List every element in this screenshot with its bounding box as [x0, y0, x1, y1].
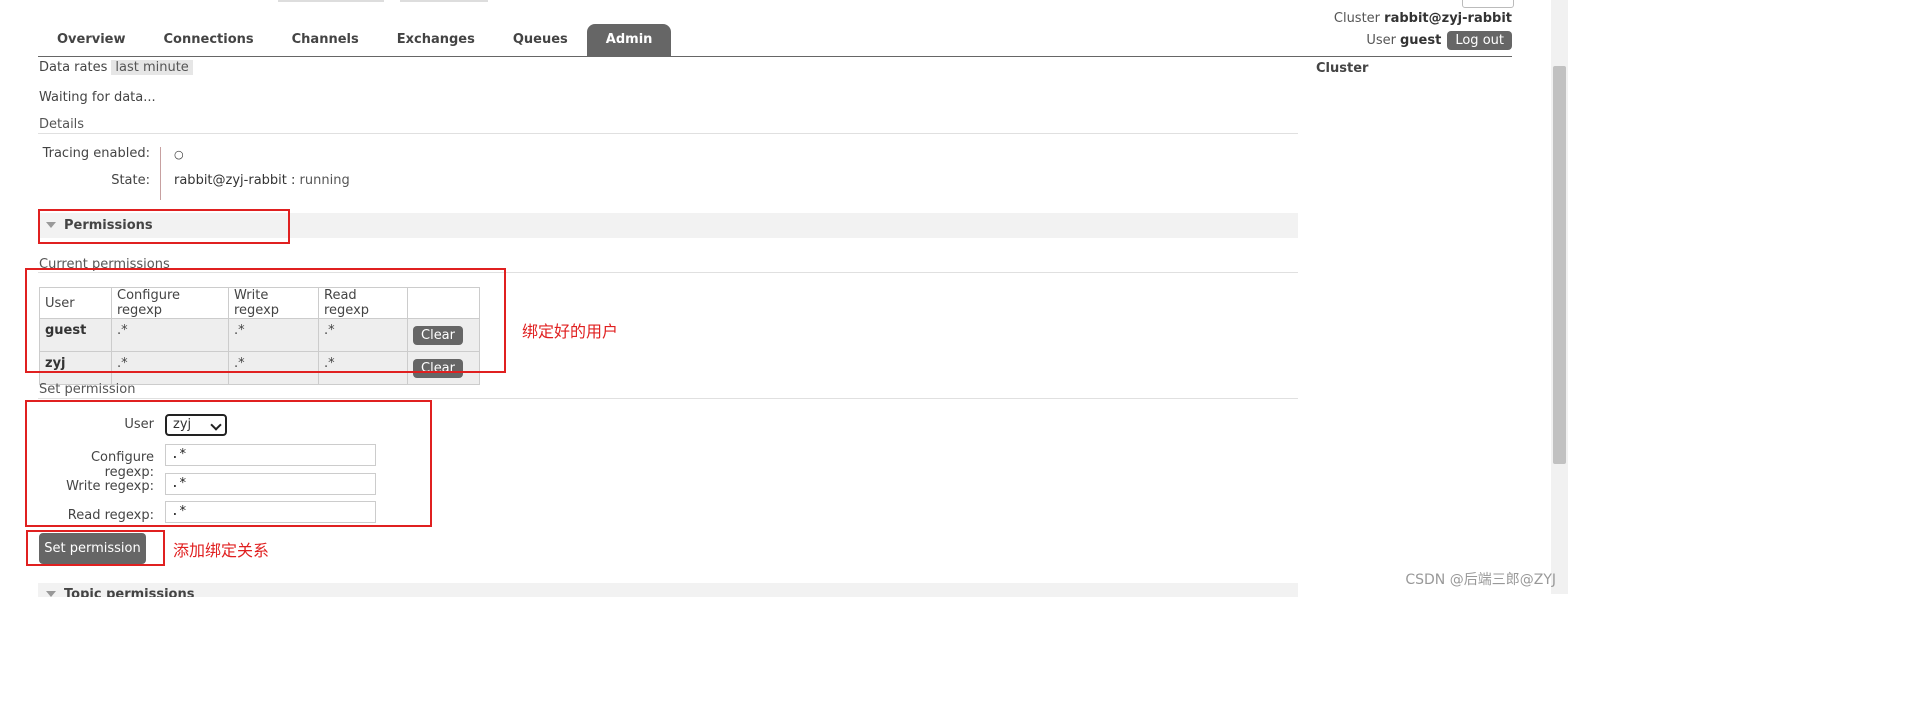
top-tab-stub [400, 0, 488, 2]
waiting-message: Waiting for data... [39, 90, 156, 105]
annotation-bound-users: 绑定好的用户 [522, 322, 619, 341]
details-bar [160, 147, 161, 200]
tab-connections[interactable]: Connections [145, 24, 273, 56]
tracing-label: Tracing enabled: [42, 146, 150, 161]
tab-channels[interactable]: Channels [273, 24, 378, 56]
user-label: User [1366, 33, 1396, 48]
tracing-indicator: ○ [174, 148, 184, 161]
annotation-box-set-permission-button [26, 530, 165, 566]
vertical-scrollbar[interactable] [1551, 0, 1568, 594]
state-label: State: [111, 173, 150, 188]
state-node: rabbit@zyj-rabbit : [174, 173, 296, 188]
annotation-box-permissions [38, 209, 290, 244]
cluster-name: rabbit@zyj-rabbit [1384, 11, 1512, 26]
topic-permissions-title: Topic permissions [64, 587, 195, 597]
scrollbar-thumb[interactable] [1553, 66, 1566, 464]
topic-permissions-section-header[interactable]: Topic permissions [38, 583, 1298, 597]
user-info: User guest Log out [1366, 31, 1512, 50]
data-rates-label: Data rates [39, 60, 108, 75]
details-divider [38, 133, 1298, 134]
tab-divider [38, 56, 1512, 57]
cluster-info: Cluster rabbit@zyj-rabbit [1334, 11, 1512, 26]
state-status: running [299, 173, 350, 188]
cluster-label: Cluster [1333, 11, 1381, 26]
collapse-triangle-icon [46, 591, 56, 597]
annotation-add-binding: 添加绑定关系 [173, 541, 270, 560]
cluster-sidebar-title: Cluster [1316, 61, 1369, 76]
data-rates: Data rates last minute [39, 60, 193, 75]
set-permission-title: Set permission [39, 382, 136, 397]
tab-overview[interactable]: Overview [38, 24, 145, 56]
tab-exchanges[interactable]: Exchanges [378, 24, 494, 56]
watermark: CSDN @后端三郎@ZYJ [1405, 572, 1556, 588]
annotation-box-set-permission-form [25, 400, 432, 527]
top-tab-stub [278, 0, 384, 2]
set-permission-divider [38, 398, 1298, 399]
annotation-box-current-permissions [25, 268, 506, 373]
user-name: guest [1400, 33, 1442, 48]
tab-queues[interactable]: Queues [494, 24, 587, 56]
top-button-stub[interactable] [1462, 0, 1514, 8]
main-tabs: Overview Connections Channels Exchanges … [38, 24, 672, 56]
logout-button[interactable]: Log out [1447, 31, 1512, 50]
details-title: Details [39, 117, 85, 132]
tab-admin[interactable]: Admin [586, 24, 672, 56]
data-rates-period[interactable]: last minute [111, 60, 193, 75]
state-value: rabbit@zyj-rabbit : running [174, 173, 350, 188]
